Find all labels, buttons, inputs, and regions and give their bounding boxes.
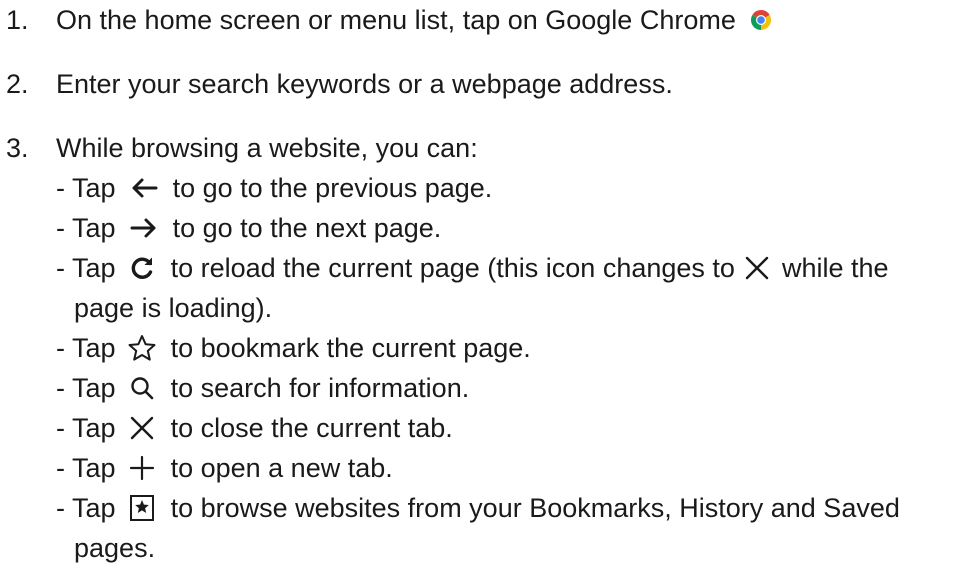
step-text: While browsing a website, you can: <box>56 133 478 163</box>
back-arrow-icon <box>129 176 159 200</box>
action-back: - Tap to go to the previous page. <box>56 168 492 208</box>
action-forward: - Tap to go to the next page. <box>56 208 441 248</box>
action-text: to browse websites from your Bookmarks, … <box>170 493 900 523</box>
action-text-2: while the <box>781 253 889 283</box>
instructions-document: 1. On the home screen or menu list, tap o… <box>0 0 979 565</box>
action-prefix: - Tap <box>56 373 116 403</box>
action-prefix: - Tap <box>56 173 116 203</box>
action-text: to go to the previous page. <box>172 173 493 203</box>
forward-arrow-icon <box>129 216 159 240</box>
stop-x-icon <box>744 255 770 281</box>
step-1: 1. On the home screen or menu list, tap o… <box>6 2 773 38</box>
action-prefix: - Tap <box>56 253 116 283</box>
action-text: to reload the current page (this icon ch… <box>170 253 735 283</box>
action-text: to bookmark the current page. <box>170 333 531 363</box>
step-3: 3. While browsing a website, you can: <box>6 130 478 166</box>
step-text: Enter your search keywords or a webpage … <box>56 69 673 99</box>
action-prefix: - Tap <box>56 453 116 483</box>
close-icon <box>129 415 155 441</box>
action-bookmark: - Tap to bookmark the current page. <box>56 328 531 368</box>
action-prefix: - Tap <box>56 333 116 363</box>
chrome-logo-icon <box>749 8 773 32</box>
action-prefix: - Tap <box>56 213 116 243</box>
action-text: to go to the next page. <box>172 213 442 243</box>
action-new-tab: - Tap to open a new tab. <box>56 448 393 488</box>
action-text: to close the current tab. <box>170 413 453 443</box>
bookmarks-icon <box>129 494 155 522</box>
action-text: to search for information. <box>170 373 470 403</box>
search-icon <box>129 375 155 401</box>
reload-icon <box>129 255 155 281</box>
step-number: 1. <box>6 5 29 35</box>
action-close-tab: - Tap to close the current tab. <box>56 408 453 448</box>
plus-icon <box>129 455 155 481</box>
action-reload-continuation: page is loading). <box>74 293 273 323</box>
action-bookmarks: - Tap to browse websites from your Bookm… <box>56 488 900 528</box>
star-icon <box>127 334 157 362</box>
action-text: to open a new tab. <box>170 453 393 483</box>
action-reload: - Tap to reload the current page (this i… <box>56 248 889 288</box>
step-number: 3. <box>6 133 29 163</box>
action-bookmarks-continuation: pages. <box>74 533 156 563</box>
action-prefix: - Tap <box>56 493 116 523</box>
action-search: - Tap to search for information. <box>56 368 469 408</box>
step-2: 2. Enter your search keywords or a webpag… <box>6 66 673 102</box>
step-text: On the home screen or menu list, tap on … <box>56 5 736 35</box>
action-prefix: - Tap <box>56 413 116 443</box>
step-number: 2. <box>6 69 29 99</box>
